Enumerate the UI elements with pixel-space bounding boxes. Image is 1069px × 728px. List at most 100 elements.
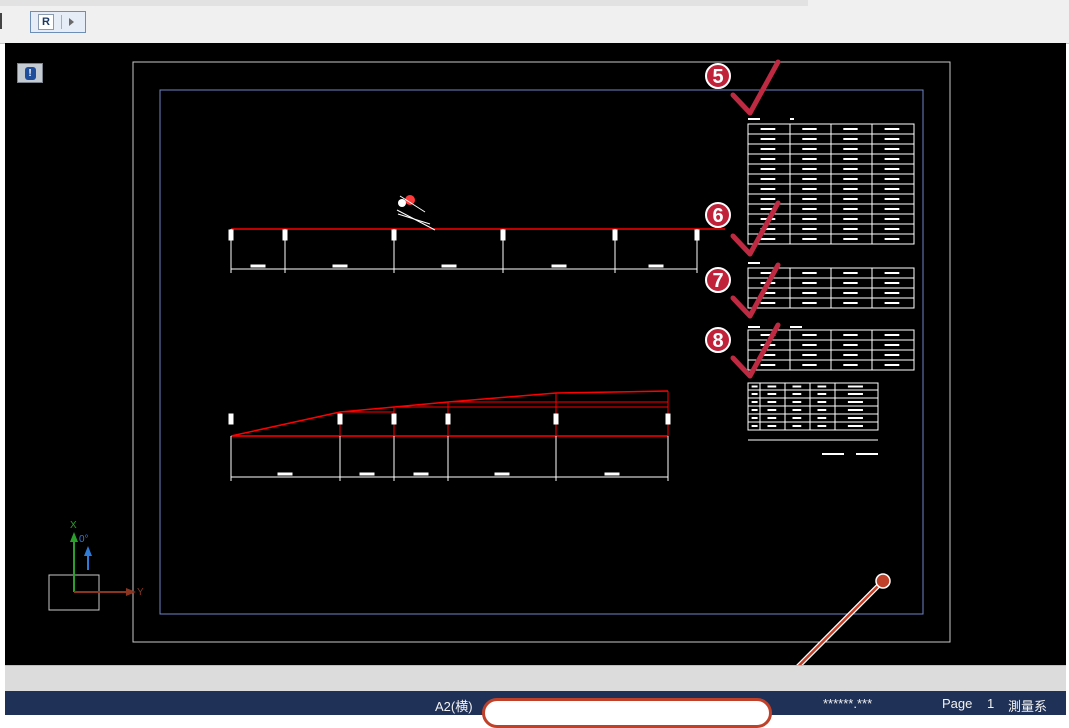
- station-label-mark: [500, 229, 506, 241]
- dimension-text-mark: [441, 264, 457, 268]
- cell-text-mark: [792, 417, 802, 419]
- cell-text-mark: [884, 198, 900, 200]
- table-title-mark: [748, 326, 760, 328]
- table-footer-mark: [856, 453, 878, 455]
- cell-text-mark: [792, 401, 802, 403]
- cell-text-mark: [884, 188, 900, 190]
- cell-text-mark: [843, 218, 858, 220]
- cell-text-mark: [767, 385, 777, 388]
- cell-text-mark: [751, 385, 758, 388]
- dimension-text-mark: [332, 264, 348, 268]
- cell-text-mark: [751, 393, 758, 395]
- cell-text-mark: [802, 168, 817, 170]
- cell-text-mark: [767, 417, 777, 419]
- profile-dimension-mark: [413, 472, 429, 476]
- cell-text-mark: [767, 409, 777, 411]
- cell-text-mark: [751, 401, 758, 403]
- cell-text-mark: [847, 385, 863, 388]
- cell-text-mark: [843, 344, 858, 346]
- profile-label-mark: [391, 413, 397, 425]
- cell-text-mark: [843, 148, 858, 150]
- cell-text-mark: [884, 354, 900, 356]
- cell-text-mark: [751, 409, 758, 411]
- cell-text-mark: [802, 272, 817, 274]
- cell-text-mark: [760, 128, 776, 130]
- table-title-mark: [790, 118, 794, 120]
- station-label-mark: [391, 229, 397, 241]
- callout-box: [482, 698, 772, 728]
- marker-7-label: 7: [712, 270, 723, 292]
- cell-text-mark: [843, 188, 858, 190]
- cell-text-mark: [843, 168, 858, 170]
- drawing-layer: X 0° Y 5 6 7 8: [48, 59, 951, 714]
- cell-text-mark: [847, 401, 863, 403]
- cell-text-mark: [884, 178, 900, 180]
- dimension-text-mark: [250, 264, 266, 268]
- cell-text-mark: [760, 168, 776, 170]
- page-number: 1: [987, 696, 995, 711]
- cell-text-mark: [802, 302, 817, 304]
- cell-text-mark: [817, 425, 827, 427]
- cell-text-mark: [843, 128, 858, 130]
- profile-dimension-mark: [604, 472, 620, 476]
- cell-text-mark: [884, 208, 900, 210]
- cell-text-mark: [843, 282, 858, 284]
- cell-text-mark: [884, 138, 900, 140]
- cell-text-mark: [884, 218, 900, 220]
- command-line-area[interactable]: [5, 665, 1066, 692]
- cell-text-mark: [802, 218, 817, 220]
- coordinate-system-label: 測量系: [1008, 699, 1048, 714]
- cell-text-mark: [760, 198, 776, 200]
- cell-text-mark: [843, 238, 858, 240]
- cell-text-mark: [792, 409, 802, 411]
- station-label-mark: [612, 229, 618, 241]
- cell-text-mark: [847, 393, 863, 395]
- cell-text-mark: [884, 168, 900, 170]
- station-label-mark: [228, 229, 234, 241]
- profile-label-mark: [445, 413, 451, 425]
- marker-5: 5: [705, 59, 781, 116]
- table-5: [747, 123, 915, 245]
- cell-text-mark: [760, 238, 776, 240]
- cell-text-mark: [884, 128, 900, 130]
- cell-text-mark: [843, 364, 858, 366]
- table-cross-section: [747, 382, 879, 431]
- page-label: Page: [942, 696, 973, 711]
- cell-text-mark: [843, 354, 858, 356]
- cell-text-mark: [884, 334, 900, 336]
- plan-view-drawing: [228, 195, 725, 273]
- cell-text-mark: [751, 425, 758, 427]
- dimension-text-mark: [551, 264, 567, 268]
- cell-text-mark: [802, 158, 817, 160]
- cell-text-mark: [802, 198, 817, 200]
- cell-text-mark: [767, 393, 777, 395]
- cell-text-mark: [767, 425, 777, 427]
- cell-text-mark: [760, 148, 776, 150]
- cell-text-mark: [847, 425, 863, 427]
- cell-text-mark: [802, 334, 817, 336]
- axis-y-label: Y: [137, 587, 144, 598]
- cell-text-mark: [802, 364, 817, 366]
- cell-text-mark: [802, 208, 817, 210]
- cell-text-mark: [847, 409, 863, 411]
- cell-text-mark: [843, 228, 858, 230]
- dimension-text-mark: [648, 264, 664, 268]
- cell-text-mark: [884, 228, 900, 230]
- marker-6-label: 6: [712, 205, 723, 227]
- table-title-mark: [748, 118, 760, 120]
- cell-text-mark: [792, 393, 802, 395]
- paper-size-label: A2(横): [435, 699, 473, 714]
- cell-text-mark: [817, 401, 827, 403]
- station-label-mark: [282, 229, 288, 241]
- cell-text-mark: [843, 178, 858, 180]
- cell-text-mark: [884, 282, 900, 284]
- cell-text-mark: [884, 158, 900, 160]
- profile-dimension-mark: [277, 472, 293, 476]
- marker-8-label: 8: [712, 330, 723, 352]
- cell-text-mark: [802, 228, 817, 230]
- cell-text-mark: [843, 272, 858, 274]
- cell-text-mark: [802, 178, 817, 180]
- cell-text-mark: [843, 292, 858, 294]
- data-tables: [747, 118, 915, 455]
- cell-text-mark: [792, 425, 802, 427]
